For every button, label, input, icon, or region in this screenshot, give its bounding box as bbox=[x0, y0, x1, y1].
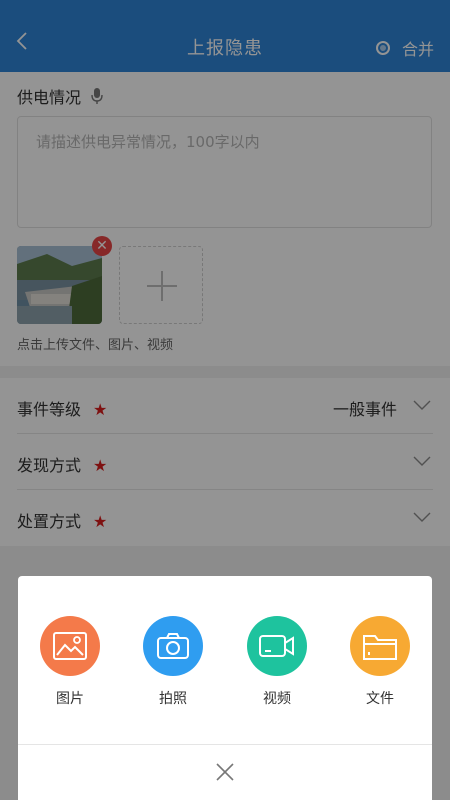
folder-icon bbox=[350, 616, 410, 676]
attachment-picker-sheet: 图片 拍照 视频 文件 bbox=[18, 576, 432, 800]
option-video-label: 视频 bbox=[263, 691, 291, 707]
image-icon bbox=[40, 616, 100, 676]
option-file[interactable]: 文件 bbox=[345, 616, 415, 708]
option-camera-label: 拍照 bbox=[159, 691, 187, 707]
option-camera[interactable]: 拍照 bbox=[138, 616, 208, 708]
close-icon[interactable] bbox=[215, 762, 235, 782]
video-icon bbox=[247, 616, 307, 676]
option-image[interactable]: 图片 bbox=[35, 616, 105, 708]
camera-icon bbox=[143, 616, 203, 676]
option-file-label: 文件 bbox=[366, 691, 394, 707]
option-video[interactable]: 视频 bbox=[242, 616, 312, 708]
divider bbox=[18, 744, 432, 745]
option-image-label: 图片 bbox=[56, 691, 84, 707]
